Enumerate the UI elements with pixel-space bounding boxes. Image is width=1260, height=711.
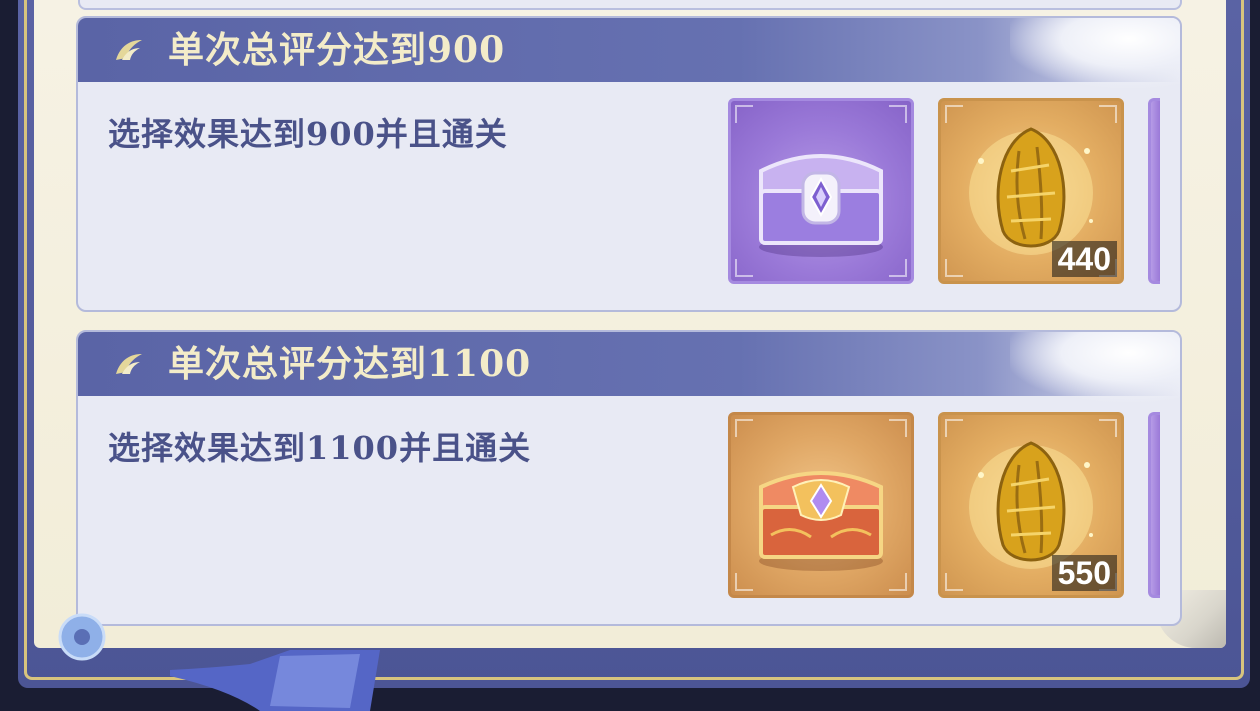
header-decoration bbox=[1010, 18, 1180, 88]
wing-icon bbox=[112, 350, 142, 376]
reward-count: 550 bbox=[1051, 555, 1117, 591]
task-header: 单次总评分达到1100 bbox=[78, 332, 1180, 402]
task-description: 选择效果达到1100并且通关 bbox=[108, 429, 532, 467]
reward-slot[interactable]: 440 bbox=[938, 98, 1124, 284]
header-decoration bbox=[1010, 332, 1180, 402]
jade-pendant-icon bbox=[58, 613, 106, 661]
reward-slot-partial[interactable] bbox=[1148, 98, 1160, 284]
task-card: 单次总评分达到900 选择效果达到900并且通关 440 bbox=[76, 16, 1182, 312]
purple-chest-icon bbox=[759, 154, 883, 257]
previous-task-card-edge bbox=[78, 0, 1182, 10]
reward-count: 440 bbox=[1051, 241, 1117, 277]
task-title: 单次总评分达到900 bbox=[168, 29, 506, 71]
task-card: 单次总评分达到1100 选择效果达到1100并且通关 550 bbox=[76, 330, 1182, 626]
wing-icon bbox=[112, 36, 142, 62]
reward-slot[interactable] bbox=[728, 412, 914, 598]
reward-slot-partial[interactable] bbox=[1148, 412, 1160, 598]
reward-slot[interactable]: 550 bbox=[938, 412, 1124, 598]
task-description: 选择效果达到900并且通关 bbox=[108, 115, 508, 153]
reward-slot[interactable] bbox=[728, 98, 914, 284]
task-title: 单次总评分达到1100 bbox=[168, 343, 532, 385]
task-header: 单次总评分达到900 bbox=[78, 18, 1180, 88]
tassel-icon bbox=[170, 650, 380, 711]
orange-chest-icon bbox=[759, 471, 883, 571]
